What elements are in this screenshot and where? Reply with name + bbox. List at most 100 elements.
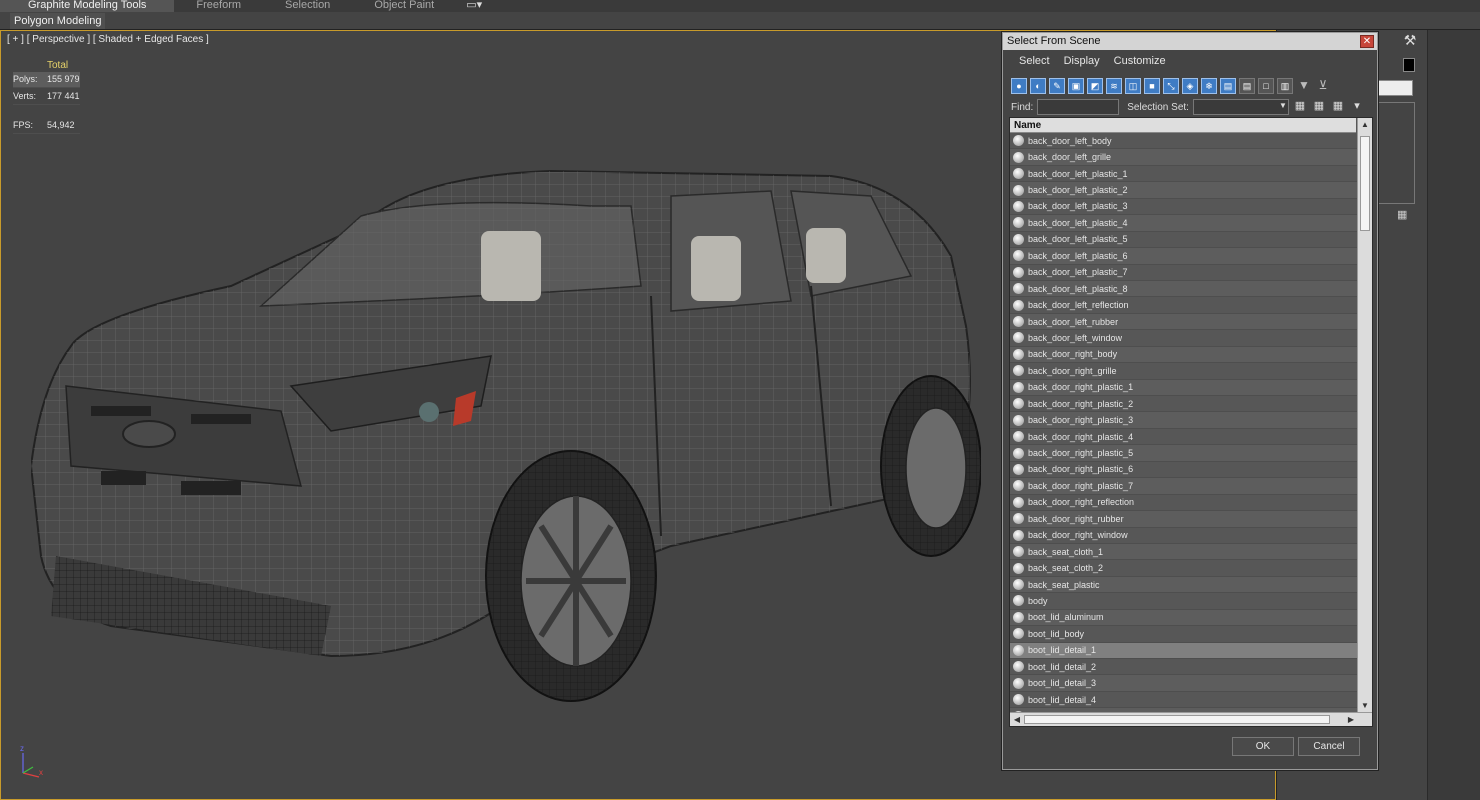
list-item-label: back_door_left_reflection	[1028, 300, 1129, 311]
tab-selection[interactable]: Selection	[263, 0, 352, 12]
list-item[interactable]: back_door_left_plastic_4	[1010, 215, 1358, 232]
display-geometry-icon[interactable]: ●	[1011, 78, 1027, 94]
tab-graphite-modeling-tools[interactable]: Graphite Modeling Tools	[0, 0, 175, 12]
display-lights-icon[interactable]: ✎	[1049, 78, 1065, 94]
list-item[interactable]: back_door_left_plastic_3	[1010, 199, 1358, 216]
scroll-left-icon[interactable]: ◀	[1010, 713, 1024, 726]
list-item[interactable]: back_door_left_plastic_7	[1010, 265, 1358, 281]
filter-icon[interactable]: ▼	[1296, 78, 1312, 94]
object-type-icon	[1013, 233, 1024, 245]
display-shapes-icon[interactable]: ◐	[1030, 78, 1046, 94]
modifier-list-dropdown[interactable]	[1377, 80, 1413, 96]
list-item[interactable]: back_door_left_plastic_6	[1010, 248, 1358, 265]
filter-options-icon[interactable]: ⊻	[1315, 78, 1331, 94]
display-frozen-icon[interactable]: ❄	[1201, 78, 1217, 94]
tab-object-paint[interactable]: Object Paint	[352, 0, 456, 12]
list-item[interactable]: back_door_left_plastic_5	[1010, 232, 1358, 249]
vertical-scrollbar[interactable]: ▲ ▼	[1357, 118, 1372, 713]
horizontal-scroll-thumb[interactable]	[1024, 715, 1330, 724]
menu-customize[interactable]: Customize	[1114, 55, 1166, 67]
display-groups-icon[interactable]: ◫	[1125, 78, 1141, 94]
list-item-label: back_door_right_rubber	[1028, 513, 1124, 524]
list-item[interactable]: back_door_left_plastic_8	[1010, 280, 1358, 298]
cancel-button[interactable]: Cancel	[1298, 737, 1360, 756]
scroll-right-icon[interactable]: ▶	[1344, 713, 1358, 726]
list-item[interactable]: back_door_right_grille	[1010, 363, 1358, 380]
ok-button[interactable]: OK	[1232, 737, 1294, 756]
find-label: Find:	[1011, 101, 1034, 113]
list-item[interactable]: boot_lid_detail_1	[1010, 642, 1358, 659]
ribbon-options-icon[interactable]: ▭▾	[456, 0, 492, 12]
list-item[interactable]: back_door_right_window	[1010, 528, 1358, 544]
car-wireframe-model[interactable]	[31, 136, 981, 716]
list-item-label: back_door_left_plastic_2	[1028, 185, 1128, 196]
object-type-icon	[1013, 513, 1024, 525]
list-item[interactable]: boot_lid_detail_3	[1010, 675, 1358, 692]
list-item-label: back_door_right_plastic_4	[1028, 431, 1134, 442]
display-xrefs-icon[interactable]: ■	[1144, 78, 1160, 94]
list-item[interactable]: back_door_right_plastic_1	[1010, 379, 1358, 396]
menu-display[interactable]: Display	[1064, 55, 1100, 67]
display-all-icon[interactable]: ▤	[1239, 78, 1255, 94]
tab-freeform[interactable]: Freeform	[174, 0, 263, 12]
selection-set-dropdown[interactable]: ▼	[1192, 99, 1289, 115]
list-item[interactable]: back_seat_plastic	[1010, 576, 1358, 594]
list-item[interactable]: back_door_right_plastic_3	[1010, 412, 1358, 429]
list-item[interactable]: boot_lid_detail_4	[1010, 692, 1358, 709]
object-color-swatch[interactable]	[1403, 58, 1415, 72]
add-to-selection-set-icon[interactable]: ▦	[1311, 99, 1327, 115]
list-item[interactable]: body	[1010, 593, 1358, 610]
scroll-down-icon[interactable]: ▼	[1358, 699, 1372, 713]
list-item-label: back_door_right_plastic_5	[1028, 448, 1134, 459]
display-none-icon[interactable]: □	[1258, 78, 1274, 94]
object-type-icon	[1013, 628, 1024, 640]
utilities-hammer-icon[interactable]: ⚒	[1399, 32, 1421, 50]
list-item[interactable]: back_door_left_plastic_2	[1010, 182, 1358, 199]
list-item[interactable]: back_door_left_grille	[1010, 149, 1358, 166]
list-item[interactable]: back_door_right_plastic_5	[1010, 445, 1358, 462]
list-item[interactable]: boot_lid_body	[1010, 626, 1358, 643]
display-hidden-icon[interactable]: ▤	[1220, 78, 1236, 94]
list-item[interactable]: back_door_right_plastic_4	[1010, 429, 1358, 446]
list-item[interactable]: back_door_left_reflection	[1010, 297, 1358, 314]
menu-select[interactable]: Select	[1019, 55, 1050, 67]
dialog-title-bar[interactable]: Select From Scene ✕	[1003, 33, 1377, 50]
list-item[interactable]: back_door_left_body	[1010, 133, 1358, 150]
list-item-label: back_seat_cloth_1	[1028, 546, 1104, 557]
display-cameras-icon[interactable]: ▣	[1068, 78, 1084, 94]
modifier-stack-box[interactable]	[1377, 102, 1415, 204]
list-item[interactable]: boot_lid_detail_2	[1010, 659, 1358, 676]
list-item[interactable]: back_door_right_rubber	[1010, 511, 1358, 528]
find-input[interactable]	[1037, 99, 1120, 115]
create-selection-set-icon[interactable]: ▦	[1292, 99, 1308, 115]
display-bones-icon[interactable]: ⤡	[1163, 78, 1179, 94]
list-item[interactable]: back_seat_cloth_2	[1010, 560, 1358, 577]
filter-toolbar: ● ◐ ✎ ▣ ◩ ≋ ◫ ■ ⤡ ◈ ❄ ▤ ▤ □ ▥ ▼ ⊻	[1011, 76, 1371, 96]
scene-object-list[interactable]: Name back_door_left_body back_door_left_g…	[1009, 117, 1373, 727]
panel-polygon-modeling[interactable]: Polygon Modeling	[10, 13, 106, 29]
list-item[interactable]: back_door_right_plastic_2	[1010, 396, 1358, 413]
display-helpers-icon[interactable]: ◩	[1087, 78, 1103, 94]
scroll-up-icon[interactable]: ▲	[1358, 118, 1372, 132]
list-item[interactable]: back_door_right_plastic_7	[1010, 478, 1358, 495]
close-icon[interactable]: ✕	[1360, 35, 1374, 48]
list-item[interactable]: back_seat_cloth_1	[1010, 543, 1358, 561]
configure-sets-icon[interactable]: ▦	[1397, 208, 1413, 222]
list-item[interactable]: back_door_right_reflection	[1010, 495, 1358, 512]
list-item[interactable]: boot_lid_aluminum	[1010, 609, 1358, 627]
expand-toolbar-icon[interactable]: ▾	[1349, 99, 1365, 115]
list-item[interactable]: back_door_right_plastic_6	[1010, 462, 1358, 479]
vertical-scroll-thumb[interactable]	[1360, 136, 1370, 231]
viewport-label[interactable]: [ + ] [ Perspective ] [ Shaded + Edged F…	[7, 34, 209, 45]
display-invert-icon[interactable]: ▥	[1277, 78, 1293, 94]
horizontal-scrollbar[interactable]: ◀ ▶	[1010, 712, 1372, 726]
display-containers-icon[interactable]: ◈	[1182, 78, 1198, 94]
list-item[interactable]: back_door_right_body	[1010, 346, 1358, 364]
list-item-label: back_door_left_plastic_1	[1028, 168, 1128, 179]
list-item[interactable]: back_door_left_plastic_1	[1010, 166, 1358, 183]
display-spacewarps-icon[interactable]: ≋	[1106, 78, 1122, 94]
list-item[interactable]: back_door_left_rubber	[1010, 313, 1358, 331]
remove-from-selection-set-icon[interactable]: ▦	[1330, 99, 1346, 115]
column-header-name[interactable]: Name	[1010, 118, 1356, 133]
list-item[interactable]: back_door_left_window	[1010, 330, 1358, 347]
